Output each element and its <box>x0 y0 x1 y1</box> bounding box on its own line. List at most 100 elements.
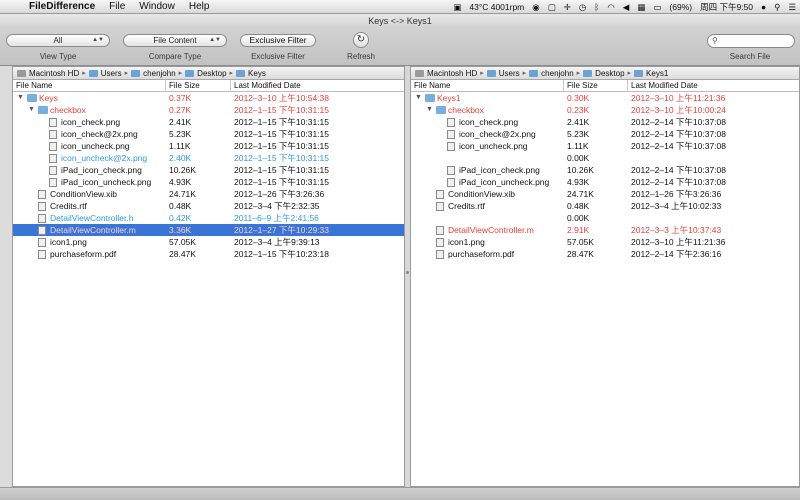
column-file-name[interactable]: File Name <box>16 81 52 90</box>
right-path-crumb-2[interactable]: chenjohn <box>527 69 575 78</box>
file-icon <box>49 154 57 163</box>
file-row[interactable]: icon_uncheck.png 1.11K 2012–2–14 下午10:37:0… <box>411 140 799 152</box>
file-row[interactable]: purchaseform.pdf 28.47K 2012–1–15 下午10:23:… <box>13 248 404 260</box>
user-icon[interactable]: ● <box>757 0 770 14</box>
column-last-modified[interactable]: Last Modified Date <box>631 81 698 90</box>
search-field[interactable]: ⚲ <box>707 34 795 48</box>
file-row[interactable]: ▼ Keys1 0.30K 2012–3–10 上午11:21:36 <box>411 92 799 104</box>
file-row[interactable]: Credits.rtf 0.48K 2012–3–4 下午2:32:35 <box>13 200 404 212</box>
disclosure-triangle-icon[interactable]: ▼ <box>415 92 422 104</box>
list-icon[interactable]: ☰ <box>784 0 800 14</box>
file-date: 2012–2–14 下午10:37:08 <box>631 117 726 127</box>
file-date: 2011–6–9 上午2:41:56 <box>234 213 319 223</box>
right-path-crumb-3[interactable]: Desktop <box>581 69 626 78</box>
right-file-pane[interactable]: Macintosh HD ▸ Users ▸ chenjohn ▸ Desktop ▸ … <box>410 66 800 487</box>
column-file-size[interactable]: File Size <box>169 81 200 90</box>
file-row[interactable]: ▼ checkbox 0.27K 2012–1–15 下午10:31:15 <box>13 104 404 116</box>
left-path-crumb-2[interactable]: chenjohn <box>129 69 177 78</box>
folder-icon <box>436 106 446 114</box>
file-row[interactable]: ConditionView.xib 24.71K 2012–1–26 下午3:26:… <box>13 188 404 200</box>
file-row[interactable]: 0.00K <box>411 152 799 164</box>
column-file-name[interactable]: File Name <box>414 81 450 90</box>
compare-type-popup[interactable]: File Content ▲▼ <box>123 34 227 47</box>
thermometer-icon[interactable]: ▣ <box>449 0 465 14</box>
divider-grip[interactable] <box>406 271 409 274</box>
box-icon[interactable]: ▢ <box>544 0 560 14</box>
file-row[interactable]: purchaseform.pdf 28.47K 2012–2–14 下午2:36:1… <box>411 248 799 260</box>
disclosure-triangle-icon[interactable]: ▼ <box>426 104 433 116</box>
battery-icon[interactable]: ▭ <box>649 0 665 14</box>
column-last-modified[interactable]: Last Modified Date <box>234 81 301 90</box>
file-icon <box>49 130 57 139</box>
flag-icon[interactable]: ▦ <box>633 0 649 14</box>
column-divider[interactable] <box>165 80 166 92</box>
selected-file-row[interactable]: DetailViewController.m 3.36K 2012–1–27 下午1… <box>13 224 404 236</box>
left-path-crumb-3[interactable]: Desktop <box>183 69 228 78</box>
clock[interactable]: 周四 下午9:50 <box>696 0 757 14</box>
file-icon <box>49 166 57 175</box>
menu-help[interactable]: Help <box>182 0 217 14</box>
column-file-size[interactable]: File Size <box>567 81 598 90</box>
bluetooth-icon[interactable]: ᛒ <box>590 0 603 14</box>
file-row[interactable]: ▼ Keys 0.37K 2012–3–10 上午10:54:38 <box>13 92 404 104</box>
file-row[interactable]: DetailViewController.h 0.42K 2011–6–9 上午2:… <box>13 212 404 224</box>
disclosure-triangle-icon[interactable]: ▼ <box>28 104 35 116</box>
left-file-pane[interactable]: Macintosh HD ▸ Users ▸ chenjohn ▸ Desktop ▸ … <box>12 66 405 487</box>
file-size: 2.41K <box>169 117 192 127</box>
column-divider[interactable] <box>230 80 231 92</box>
file-row[interactable]: iPad_icon_uncheck.png 4.93K 2012–1–15 下午10… <box>13 176 404 188</box>
time-machine-icon[interactable]: ◷ <box>575 0 590 14</box>
menu-window[interactable]: Window <box>132 0 182 14</box>
file-name: ConditionView.xib <box>50 189 117 199</box>
file-row[interactable]: 0.00K <box>411 212 799 224</box>
app-menu[interactable]: FileDifference <box>22 0 102 14</box>
file-size: 10.26K <box>169 165 196 175</box>
left-path-crumb-4[interactable]: Keys <box>234 69 268 78</box>
compare-type-label: Compare Type <box>148 52 202 61</box>
file-row[interactable]: icon_uncheck@2x.png 2.40K 2012–1–15 下午10:3… <box>13 152 404 164</box>
file-row[interactable]: ▼ checkbox 0.23K 2012–3–10 上午10:00:24 <box>411 104 799 116</box>
left-path-crumb-1[interactable]: Users <box>87 69 124 78</box>
temperature-readout[interactable]: 43°C 4001rpm <box>465 0 528 14</box>
file-date: 2012–2–14 下午2:36:16 <box>631 249 722 259</box>
file-row[interactable]: icon1.png 57.05K 2012–3–10 上午11:21:36 <box>411 236 799 248</box>
column-divider[interactable] <box>627 80 628 92</box>
file-row[interactable]: icon1.png 57.05K 2012–3–4 上午9:39:13 <box>13 236 404 248</box>
spotlight-icon[interactable]: ⚲ <box>770 0 784 14</box>
file-row[interactable]: icon_uncheck.png 1.11K 2012–1–15 下午10:31:1… <box>13 140 404 152</box>
eye-icon[interactable]: ◉ <box>528 0 543 14</box>
column-divider[interactable] <box>563 80 564 92</box>
wifi-icon[interactable]: ◠ <box>603 0 618 14</box>
file-date: 2012–1–15 下午10:31:15 <box>234 165 329 175</box>
folder-icon <box>185 69 195 77</box>
file-date: 2012–2–14 下午10:37:08 <box>631 129 726 139</box>
battery-percent[interactable]: (69%) <box>665 0 696 14</box>
menu-file[interactable]: File <box>102 0 132 14</box>
file-row[interactable]: icon_check@2x.png 5.23K 2012–1–15 下午10:31:… <box>13 128 404 140</box>
file-row[interactable]: iPad_icon_check.png 10.26K 2012–1–15 下午10:… <box>13 164 404 176</box>
right-path-crumb-4[interactable]: Keys1 <box>632 69 670 78</box>
view-type-popup[interactable]: All ▲▼ <box>6 34 110 47</box>
file-size: 0.27K <box>169 105 192 115</box>
file-size: 5.23K <box>567 129 590 139</box>
file-size: 0.48K <box>169 201 192 211</box>
refresh-button[interactable]: ↻ <box>353 32 369 48</box>
refresh-icon: ↻ <box>356 34 366 45</box>
file-row[interactable]: iPad_icon_uncheck.png 4.93K 2012–2–14 下午10… <box>411 176 799 188</box>
right-path-crumb-0[interactable]: Macintosh HD <box>413 69 479 78</box>
right-path-crumb-1[interactable]: Users <box>485 69 522 78</box>
crosshair-icon[interactable]: ✛ <box>560 0 575 14</box>
file-row[interactable]: iPad_icon_check.png 10.26K 2012–2–14 下午10:… <box>411 164 799 176</box>
file-row[interactable]: icon_check.png 2.41K 2012–1–15 下午10:31:15 <box>13 116 404 128</box>
file-icon <box>447 130 455 139</box>
left-path-crumb-0[interactable]: Macintosh HD <box>15 69 81 78</box>
file-row[interactable]: Credits.rtf 0.48K 2012–3–4 上午10:02:33 <box>411 200 799 212</box>
file-row[interactable]: DetailViewController.m 2.91K 2012–3–3 上午10… <box>411 224 799 236</box>
disclosure-triangle-icon[interactable]: ▼ <box>17 92 24 104</box>
file-size: 0.23K <box>567 105 590 115</box>
volume-icon[interactable]: ◀ <box>619 0 634 14</box>
file-row[interactable]: icon_check.png 2.41K 2012–2–14 下午10:37:08 <box>411 116 799 128</box>
file-row[interactable]: icon_check@2x.png 5.23K 2012–2–14 下午10:37:… <box>411 128 799 140</box>
exclusive-filter-button[interactable]: Exclusive Filter <box>240 34 316 47</box>
file-row[interactable]: ConditionView.xib 24.71K 2012–1–26 下午3:26:… <box>411 188 799 200</box>
